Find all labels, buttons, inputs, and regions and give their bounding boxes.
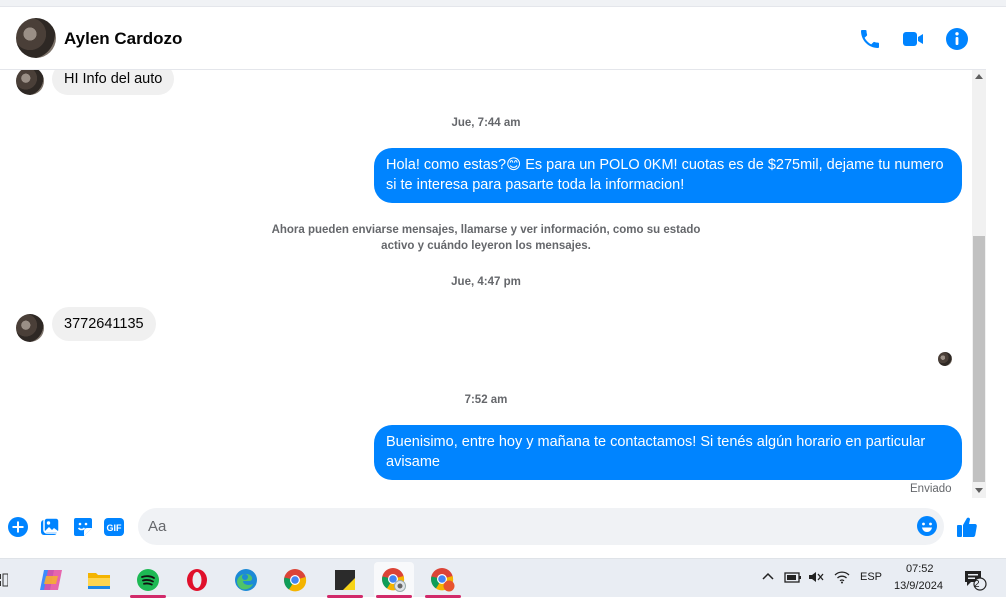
top-edge [0,0,1006,7]
chrome-profile-icon[interactable] [374,562,414,598]
timestamp: 7:52 am [464,394,508,406]
clock-time[interactable]: 07:52 [906,563,934,575]
volume-muted-icon[interactable] [808,570,824,584]
gif-icon[interactable]: GIF [103,516,125,538]
timestamp: Jue, 4:47 pm [451,276,521,288]
phone-icon[interactable] [858,27,882,51]
notification-count: 2 [974,579,980,590]
seen-avatar [938,352,952,366]
chrome-profile-2-icon[interactable] [423,562,463,598]
connection-info-text: Ahora pueden enviarse mensajes, llamarse… [271,224,701,252]
copilot-icon[interactable] [31,562,71,598]
incoming-message[interactable]: HI Info del auto [52,70,175,95]
chrome-icon[interactable] [275,562,315,598]
input-language[interactable]: ESP [860,571,882,583]
emoji-icon[interactable] [916,515,938,537]
edge-icon[interactable] [226,562,266,598]
sticker-icon[interactable] [72,516,94,538]
composer-bar: GIF [0,500,1006,558]
sent-status: Enviado [910,483,952,495]
message-input[interactable] [148,508,908,545]
taskbar: ESP 07:52 13/9/2024 2 [0,558,1006,598]
scroll-up-arrow[interactable] [975,74,983,79]
incoming-message[interactable]: 3772641135 [52,307,156,341]
info-icon[interactable] [945,27,969,51]
outgoing-message[interactable]: Hola! como estas?😊 Es para un POLO 0KM! … [374,148,962,203]
contact-avatar[interactable] [16,18,56,58]
sticky-app-icon[interactable] [325,562,365,598]
thread-scrollbar[interactable] [972,70,986,498]
video-camera-icon[interactable] [901,27,925,51]
opera-icon[interactable] [177,562,217,598]
contact-name[interactable]: Aylen Cardozo [64,29,182,49]
timestamp: Jue, 7:44 am [451,117,521,129]
file-explorer-icon[interactable] [79,562,119,598]
message-thread[interactable]: HI Info del auto Jue, 7:44 am Hola! como… [0,70,972,498]
scroll-down-arrow[interactable] [975,488,983,493]
task-view-icon[interactable] [0,562,14,598]
outgoing-message[interactable]: Buenisimo, entre hoy y mañana te contact… [374,425,962,480]
image-icon[interactable] [39,516,61,538]
contact-avatar-small [16,70,44,95]
messenger-window: Aylen Cardozo HI Info del auto Jue, 7:44… [0,0,1006,558]
message-input-box[interactable] [138,508,944,545]
wifi-icon[interactable] [834,570,850,584]
chat-header: Aylen Cardozo [0,7,1006,70]
contact-avatar-small [16,314,44,342]
clock-date[interactable]: 13/9/2024 [894,580,943,592]
scroll-thumb[interactable] [973,236,985,482]
spotify-icon[interactable] [128,562,168,598]
gif-label: GIF [107,523,123,533]
window-edge [986,7,1006,558]
battery-icon[interactable] [784,570,802,584]
chevron-up-icon[interactable] [762,572,774,580]
plus-icon[interactable] [7,516,29,538]
thumbs-up-icon[interactable] [955,515,979,539]
